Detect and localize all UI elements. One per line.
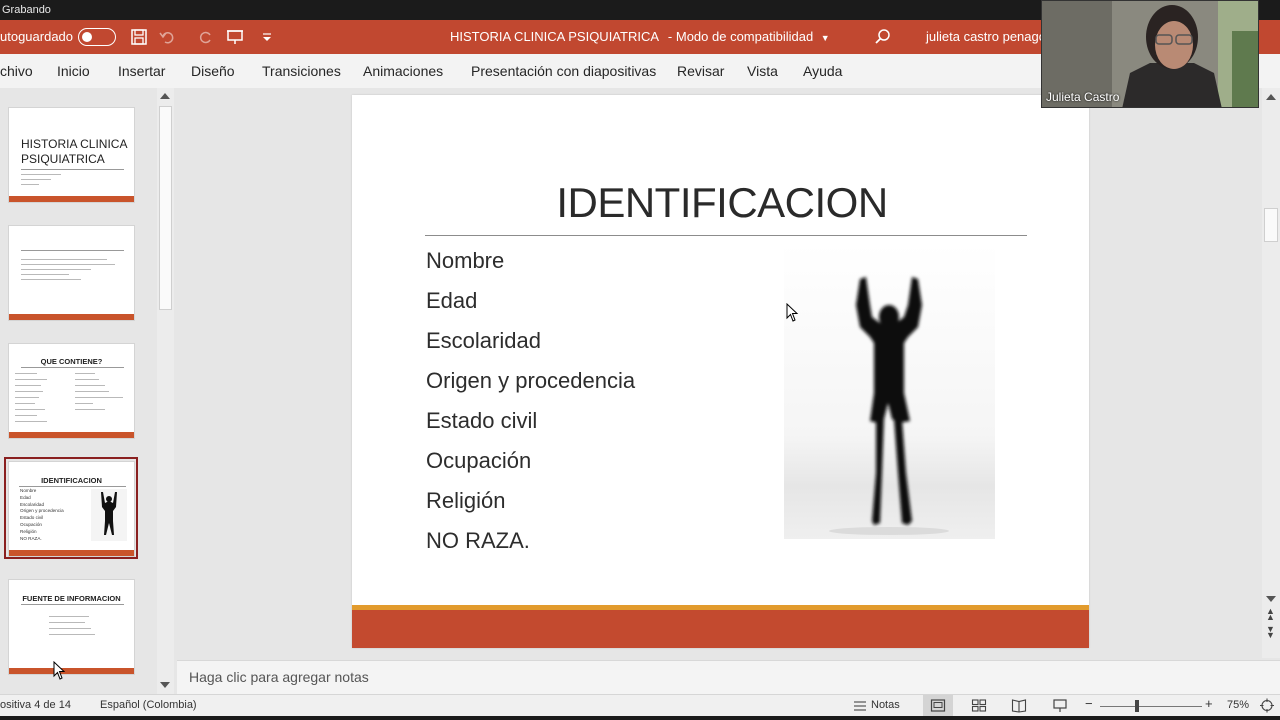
save-icon[interactable] — [130, 28, 148, 46]
user-name[interactable]: julieta castro penago: — [926, 29, 1050, 44]
bullet-item: Escolaridad — [426, 328, 541, 353]
zoom-in-button[interactable]: + — [1205, 696, 1213, 711]
slide-footer-band — [352, 610, 1089, 648]
zoom-level[interactable]: 75% — [1227, 699, 1249, 711]
notes-pane[interactable]: Haga clic para agregar notas — [177, 660, 1280, 694]
tab-transitions[interactable]: Transiciones — [262, 63, 341, 79]
powerpoint-window: Grabando utoguardado HISTORIA CLINICA PS… — [0, 0, 1280, 720]
current-slide[interactable]: IDENTIFICACION Nombre Edad Escolaridad O… — [352, 95, 1089, 648]
thumb-silhouette-image — [91, 489, 127, 541]
scroll-up-arrow-icon[interactable] — [160, 93, 170, 99]
thumb-bullet: Edad — [20, 494, 31, 500]
tab-animations[interactable]: Animaciones — [363, 63, 443, 79]
slide-thumbnail-3[interactable]: QUE CONTIENE? — [8, 343, 135, 439]
reading-view-icon[interactable] — [1011, 698, 1027, 713]
thumb-bullet: Religión — [20, 528, 37, 534]
scrollbar-handle[interactable] — [159, 106, 172, 310]
slide-thumbnail-2[interactable] — [8, 225, 135, 321]
slideshow-view-icon[interactable] — [1052, 698, 1068, 713]
scroll-down-arrow-icon[interactable] — [160, 682, 170, 688]
notes-icon[interactable] — [852, 698, 868, 713]
scroll-down-arrow-icon[interactable] — [1266, 596, 1276, 602]
bullet-item: Origen y procedencia — [426, 368, 636, 393]
document-title[interactable]: HISTORIA CLINICA PSIQUIATRICA - Modo de … — [450, 29, 830, 44]
search-icon[interactable] — [874, 28, 892, 46]
thumb-bullet: Origen y procedencia — [20, 508, 64, 514]
compatibility-mode: - Modo de compatibilidad — [667, 29, 814, 44]
slide-thumbnail-5[interactable]: FUENTE DE INFORMACION — [8, 579, 135, 675]
zoom-slider[interactable] — [1100, 706, 1202, 707]
slide-thumbnail-pane: HISTORIA CLINICA PSIQUIATRICA QUE CONTIE… — [0, 88, 176, 694]
thumb-bullet: Nombre — [20, 488, 37, 493]
next-slide-icon[interactable]: ▼ ▼ — [1266, 625, 1275, 640]
notes-button[interactable]: Notas — [871, 699, 900, 711]
bullet-item: Nombre — [426, 248, 505, 273]
tab-slideshow[interactable]: Presentación con diapositivas — [471, 63, 656, 79]
tab-view[interactable]: Vista — [747, 63, 778, 79]
screen-edge — [0, 716, 1280, 720]
bullet-item: NO RAZA. — [426, 528, 530, 553]
slide-thumbnail-4[interactable]: IDENTIFICACION Nombre Edad Escolaridad O… — [8, 461, 135, 557]
normal-view-icon[interactable] — [930, 698, 946, 713]
customize-qat-icon[interactable] — [258, 28, 276, 46]
silhouette-image[interactable] — [784, 243, 995, 539]
language-indicator[interactable]: Español (Colombia) — [100, 699, 197, 711]
zoom-out-button[interactable]: − — [1085, 696, 1093, 711]
thumb-bullet: NO RAZA. — [20, 535, 42, 541]
thumb-title-line: HISTORIA CLINICA — [21, 137, 128, 151]
chevron-down-icon: ▼ — [820, 33, 830, 43]
slide-editing-area: IDENTIFICACION Nombre Edad Escolaridad O… — [177, 88, 1261, 658]
thumb-title: IDENTIFICACION — [41, 476, 102, 485]
mouse-cursor-icon — [786, 303, 799, 322]
tab-home[interactable]: Inicio — [57, 63, 90, 79]
thumb-title: FUENTE DE INFORMACION — [22, 594, 121, 603]
tab-help[interactable]: Ayuda — [803, 63, 842, 79]
tab-review[interactable]: Revisar — [677, 63, 724, 79]
notes-placeholder[interactable]: Haga clic para agregar notas — [189, 669, 369, 685]
thumb-bullet: Estado civil — [20, 515, 44, 521]
mouse-cursor-icon — [53, 661, 66, 680]
thumbnail-scrollbar[interactable] — [157, 88, 174, 694]
webcam-overlay: Julieta Castro — [1041, 0, 1259, 108]
tab-file[interactable]: chivo — [0, 63, 33, 79]
thumb-bullet: Ocupación — [20, 521, 42, 527]
document-name: HISTORIA CLINICA PSIQUIATRICA — [450, 29, 659, 44]
bullet-item: Religión — [426, 488, 506, 513]
slide-thumbnail-1[interactable]: HISTORIA CLINICA PSIQUIATRICA — [8, 107, 135, 203]
bullet-item: Ocupación — [426, 448, 532, 473]
thumb-bullet: Escolaridad — [20, 501, 45, 507]
tab-design[interactable]: Diseño — [191, 63, 235, 79]
undo-icon[interactable] — [158, 28, 176, 46]
tab-insert[interactable]: Insertar — [118, 63, 165, 79]
recording-label: Grabando — [2, 4, 51, 16]
bullet-item: Edad — [426, 288, 478, 313]
slide-scrollbar[interactable]: ▲ ▲ ▼ ▼ — [1262, 88, 1280, 658]
autosave-label: utoguardado — [0, 29, 74, 44]
slide-sorter-icon[interactable] — [971, 698, 987, 713]
participant-name: Julieta Castro — [1046, 90, 1120, 104]
title-underline — [425, 235, 1027, 236]
slide-counter: ositiva 4 de 14 — [0, 699, 71, 711]
slide-title[interactable]: IDENTIFICACION — [352, 179, 1089, 227]
scroll-up-arrow-icon[interactable] — [1266, 94, 1276, 100]
fit-to-window-icon[interactable] — [1259, 698, 1275, 713]
present-icon[interactable] — [226, 28, 244, 46]
zoom-slider-handle[interactable] — [1135, 700, 1139, 712]
slide-bullet-list[interactable]: Nombre Edad Escolaridad Origen y procede… — [426, 241, 746, 561]
scrollbar-handle[interactable] — [1264, 208, 1278, 242]
redo-icon[interactable] — [197, 28, 215, 46]
bullet-item: Estado civil — [426, 408, 538, 433]
thumb-title: QUE CONTIENE? — [40, 357, 103, 366]
autosave-toggle[interactable] — [78, 28, 116, 46]
status-bar: ositiva 4 de 14 Español (Colombia) Notas… — [0, 694, 1280, 716]
previous-slide-icon[interactable]: ▲ ▲ — [1266, 607, 1275, 622]
thumb-title-line: PSIQUIATRICA — [21, 152, 105, 166]
